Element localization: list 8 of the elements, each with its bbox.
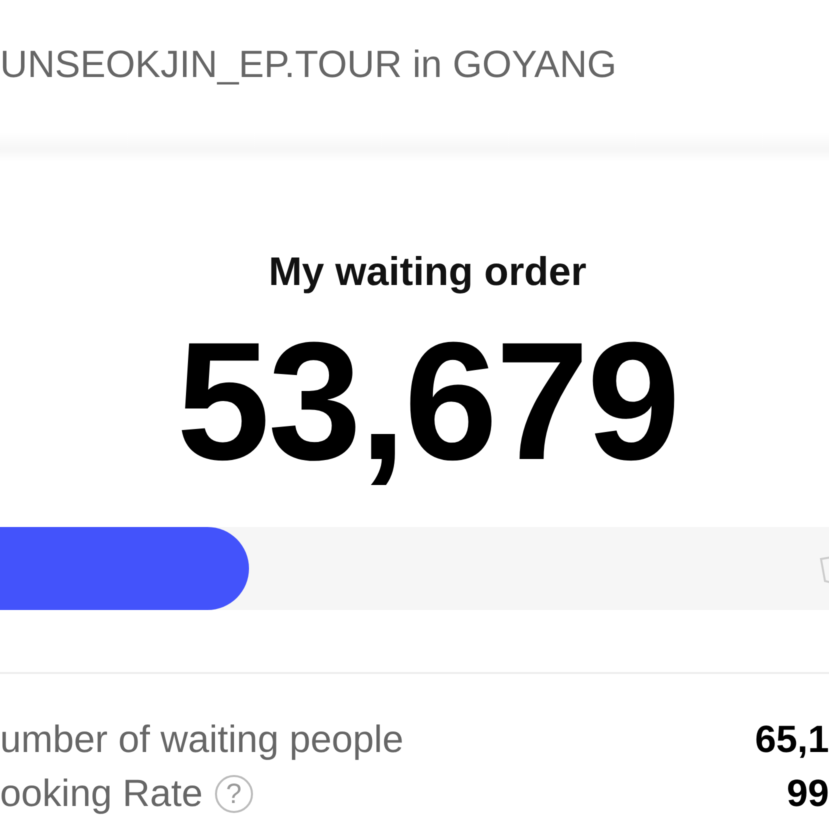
event-title: UNSEOKJIN_EP.TOUR in GOYANG: [0, 43, 618, 88]
stat-value: 99: [786, 772, 829, 816]
waiting-order-label: My waiting order: [268, 250, 586, 295]
stat-value: 65,1: [755, 718, 829, 762]
stat-label: ooking Rate: [0, 772, 203, 816]
help-icon[interactable]: ?: [214, 775, 253, 813]
stat-label: umber of waiting people: [0, 718, 404, 762]
waiting-order-number: 53,679: [176, 317, 678, 485]
